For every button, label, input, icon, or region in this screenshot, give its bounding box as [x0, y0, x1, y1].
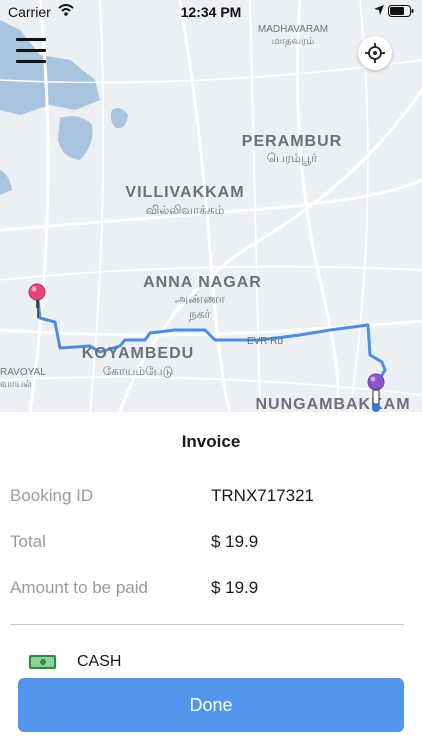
booking-id-label: Booking ID — [10, 486, 94, 505]
cash-icon — [29, 655, 56, 669]
map-label-madhavaram: MADHAVARAM — [257, 24, 329, 35]
status-bar: Carrier 12:34 PM — [0, 0, 422, 24]
crosshair-icon — [365, 43, 385, 63]
total-value: $ 19.9 — [211, 532, 259, 551]
location-arrow-icon — [374, 5, 384, 15]
payment-method-label: CASH — [77, 653, 122, 670]
divider — [10, 624, 404, 625]
menu-icon[interactable] — [16, 36, 48, 66]
map-label-evr-rd: EVR Rd — [246, 336, 284, 347]
invoice-title: Invoice — [181, 432, 241, 451]
map-label-perambur-tamil: பெரம்பூர் — [266, 151, 318, 165]
map-label-perambur: PERAMBUR — [241, 133, 343, 150]
map-label-anna-nagar: ANNA NAGAR — [143, 274, 262, 291]
map-label-nungambakkam: NUNGAMBAKKAM — [255, 396, 411, 412]
battery-icon — [388, 5, 414, 17]
invoice-sheet: Invoice Booking ID TRNX717321 Total $ 19… — [0, 412, 422, 750]
total-label: Total — [10, 532, 46, 551]
pickup-pin-icon[interactable] — [27, 282, 47, 308]
map-label-koyambedu: KOYAMBEDU — [81, 345, 195, 362]
status-time: 12:34 PM — [180, 4, 242, 20]
map-label-madhavaram-tamil: மாதவரம் — [271, 36, 315, 47]
drop-pin-icon[interactable] — [366, 372, 386, 412]
amount-to-pay-label: Amount to be paid — [10, 578, 148, 597]
map-label-ravoyal: RAVOYAL — [0, 367, 46, 378]
map-label-anna-nagar-tamil-1: அண்ணா — [174, 292, 226, 306]
done-button[interactable]: Done — [18, 678, 404, 732]
map-label-koyambedu-tamil: கோயம்பேடு — [102, 364, 174, 378]
map-label-ravoyal-tamil: வாயல் — [0, 379, 32, 390]
map-label-villivakkam-tamil: வில்லிவாக்கம் — [145, 203, 225, 217]
booking-id-value: TRNX717321 — [211, 486, 315, 505]
map-view[interactable]: MADHAVARAM மாதவரம் PERAMBUR பெரம்பூர் VI… — [0, 0, 422, 412]
recenter-location-button[interactable] — [358, 36, 392, 70]
map-label-anna-nagar-tamil-2: நகர் — [189, 307, 211, 321]
map-label-villivakkam: VILLIVAKKAM — [125, 184, 245, 201]
amount-to-pay-value: $ 19.9 — [211, 578, 259, 597]
